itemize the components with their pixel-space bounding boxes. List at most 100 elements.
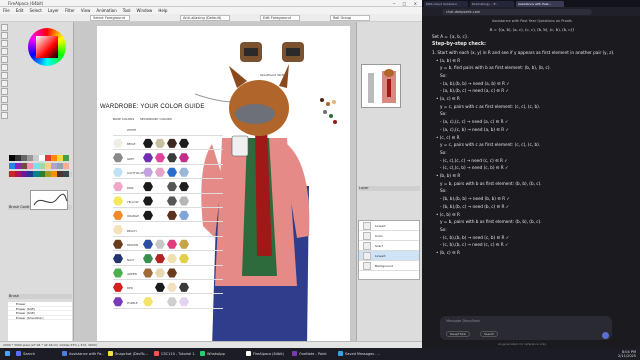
antialias-field[interactable]: Anti-aliasing (Default) [180, 15, 230, 21]
taskbar-item[interactable]: Search [14, 350, 58, 358]
taskbar-item[interactable]: Saved Messages - ... [336, 350, 380, 358]
chat-line: Set A = {a, b, c}. [432, 34, 469, 40]
gradient-tool-icon[interactable] [1, 56, 8, 63]
palette-swatch[interactable] [63, 171, 69, 177]
color-square[interactable] [36, 36, 58, 58]
secondary-color-hex [167, 268, 177, 278]
taskbar-item[interactable]: FireAlpaca (64bit) [244, 350, 288, 358]
layer-panel-header: Layer [358, 186, 420, 191]
wardrobe-row: YELLOW [113, 196, 223, 208]
taskbar-item[interactable]: WhatsApp [198, 350, 242, 358]
layer-name: Background [375, 264, 393, 268]
app-icon [154, 351, 159, 356]
fill-tool-icon[interactable] [1, 48, 8, 55]
menu-item-help[interactable]: Help [155, 7, 170, 14]
menu-item-tool[interactable]: Tool [120, 7, 134, 14]
chat-line: y = b, pairs with b as first element: (b… [440, 219, 542, 225]
secondary-color-hex [179, 182, 189, 192]
taskbar-item[interactable]: Assistance with Pa... [60, 350, 104, 358]
app-icon [16, 351, 21, 356]
layer-item[interactable]: Scarf [359, 241, 419, 251]
secondary-color-hex [143, 254, 153, 264]
send-button[interactable] [602, 332, 609, 339]
secondary-color-hex [155, 225, 165, 235]
layer-item[interactable]: Color [359, 231, 419, 241]
chat-title: Assistance with Past Year Questions on P… [491, 19, 573, 23]
menu-item-select[interactable]: Select [26, 7, 44, 14]
wardrobe-row: PINK [113, 182, 223, 194]
menu-item-file[interactable]: File [0, 7, 13, 14]
roll-group-field[interactable]: Roll Group [330, 15, 370, 21]
secondary-color-hex [143, 182, 153, 192]
menu-item-filter[interactable]: Filter [62, 7, 78, 14]
magic-wand-tool-icon[interactable] [1, 80, 8, 87]
paint-toolbar: Select Foreground Anti-aliasing (Default… [0, 14, 422, 22]
move-tool-icon[interactable] [1, 40, 8, 47]
edit-foreground-field[interactable]: Edit Foreground [260, 15, 300, 21]
chat-line: - (a, c),(c, c) → need (a, c) ∈ R ✓ [440, 119, 509, 125]
paint-app-window: FireAlpaca (64bit) ─ □ ✕ File Edit Select L… [0, 0, 422, 348]
message-input-placeholder[interactable]: Message DeepSeek [446, 319, 480, 323]
chat-line: • (c, b) ∈ R [436, 211, 460, 217]
palette-swatches[interactable] [9, 155, 71, 179]
menu-item-window[interactable]: Window [134, 7, 156, 14]
base-color-hex [113, 282, 123, 292]
taskbar-item[interactable]: CSC110 - Tutorial 1... [152, 350, 196, 358]
deepthink-button[interactable]: DeepThink [446, 331, 471, 337]
secondary-color-hex [167, 239, 177, 249]
layer-item[interactable]: Lineart [359, 251, 419, 261]
windows-icon [5, 351, 10, 356]
row-divider [113, 149, 223, 151]
wardrobe-row: LIGHT BLUE [113, 167, 223, 180]
secondary-color-hex [143, 153, 153, 163]
color-dots [320, 98, 337, 124]
paint-statusbar: 2000 * 3000 pixel (27.94 * 42.34cm) 144d… [0, 341, 422, 348]
secondary-color-hex [155, 196, 165, 206]
base-color-hex [113, 196, 123, 206]
secondary-color-hex [179, 210, 189, 220]
taskbar-item[interactable]: OneNote - Paint [290, 350, 334, 358]
row-divider [113, 207, 223, 208]
search-button[interactable]: Search [480, 331, 499, 337]
window-controls[interactable]: ─ □ ✕ [393, 1, 420, 6]
color-wheel[interactable] [28, 28, 66, 66]
layer-item[interactable]: Lineart [359, 221, 419, 231]
taskbar-item-label: OneNote - Paint [299, 352, 327, 356]
text-tool-icon[interactable] [1, 104, 8, 111]
layer-name: Scarf [375, 244, 383, 248]
pen-tool-icon[interactable] [1, 24, 8, 31]
zoom-tool-icon[interactable] [1, 112, 8, 119]
menu-item-layer[interactable]: Layer [45, 7, 62, 14]
taskbar: 8:04 PM 2/11/2025 Search Assistance with … [0, 348, 640, 360]
eyedropper-tool-icon[interactable] [1, 88, 8, 95]
chat-line: So: [440, 72, 447, 78]
secondary-color-hex [167, 138, 177, 148]
secondary-color-hex [143, 225, 153, 235]
navigator-thumbnail[interactable] [361, 64, 401, 108]
message-composer[interactable]: Message DeepSeek DeepThink Search [440, 316, 612, 340]
chat-heading: Step-by-step check: [432, 42, 486, 48]
hand-tool-icon[interactable] [1, 96, 8, 103]
select-tool-icon[interactable] [1, 64, 8, 71]
layer-item[interactable]: Background [359, 261, 419, 271]
menu-item-view[interactable]: View [78, 7, 94, 14]
wardrobe-row: NAVY [113, 254, 223, 266]
chat-line: - (a, c),(c, b) → need (a, b) ∈ R ✓ [440, 126, 510, 132]
select-foreground-field[interactable]: Select Foreground [90, 15, 130, 21]
menu-item-edit[interactable]: Edit [13, 7, 27, 14]
palette-swatch[interactable] [63, 163, 69, 169]
start-button[interactable] [3, 350, 14, 358]
secondary-colors-label: SECONDARY COLORS [140, 117, 172, 121]
menu-item-animation[interactable]: Animation [93, 7, 119, 14]
palette-swatch[interactable] [63, 155, 69, 161]
brush-stroke-preview [33, 193, 68, 206]
lasso-tool-icon[interactable] [1, 72, 8, 79]
eraser-tool-icon[interactable] [1, 32, 8, 39]
base-color-hex [113, 225, 123, 235]
secondary-color-hex [167, 297, 177, 307]
wardrobe-row: GREEN [113, 268, 223, 280]
taskbar-item[interactable]: Snapchat (DevTo... [106, 350, 150, 358]
taskbar-clock[interactable]: 8:04 PM 2/11/2025 [618, 350, 636, 358]
brush-list-item[interactable]: Eraser (Smoother) [8, 316, 72, 320]
url-field[interactable]: chat.deepseek.com [442, 8, 592, 15]
